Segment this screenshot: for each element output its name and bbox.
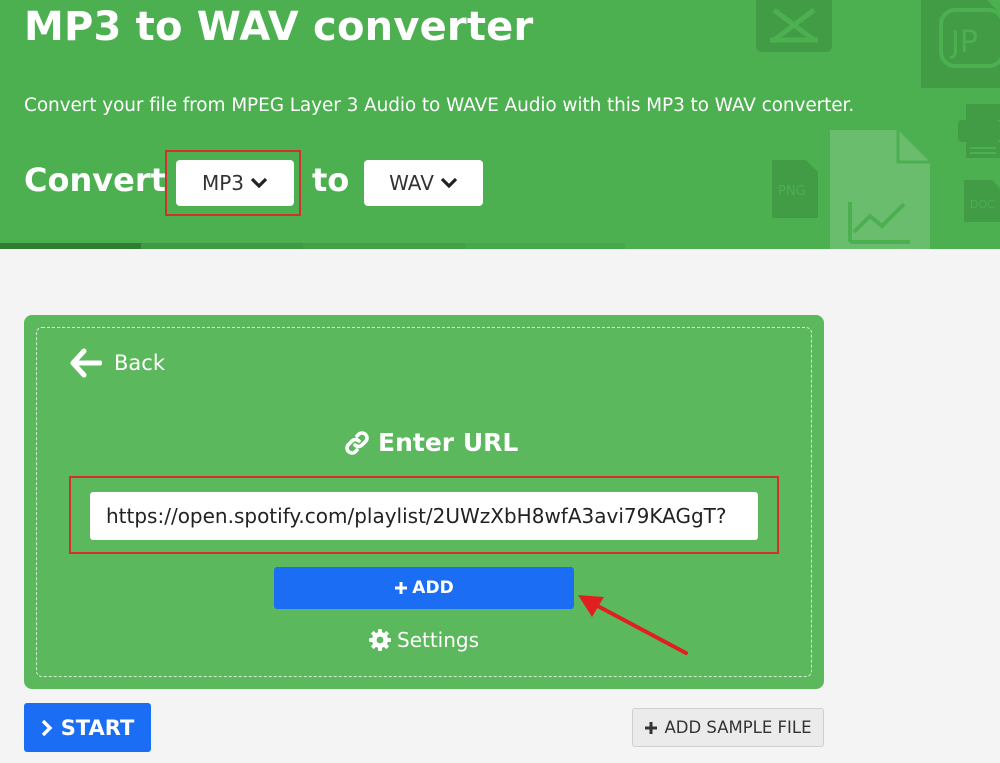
start-label: START xyxy=(60,715,135,740)
add-url-button[interactable]: ADD xyxy=(274,567,574,609)
to-label: to xyxy=(312,161,350,199)
file-jpg-bg-icon: JP xyxy=(921,0,1000,88)
step-progress-2 xyxy=(141,243,303,249)
back-button[interactable]: Back xyxy=(70,345,165,381)
chevron-right-icon xyxy=(41,719,53,736)
plus-icon xyxy=(645,721,658,734)
add-sample-file-button[interactable]: ADD SAMPLE FILE xyxy=(632,708,824,747)
add-sample-label: ADD SAMPLE FILE xyxy=(664,718,812,737)
file-png-bg-icon: PNG xyxy=(772,160,818,218)
annotation-arrow xyxy=(578,595,688,655)
step-progress-4 xyxy=(465,243,625,249)
link-icon xyxy=(345,430,369,455)
to-format-value: WAV xyxy=(389,171,434,195)
hero-header: JP PNG DOC MP3 to WAV converter Convert … xyxy=(0,0,1000,249)
convert-label: Convert xyxy=(24,161,166,199)
page-subtitle: Convert your file from MPEG Layer 3 Audi… xyxy=(24,95,855,116)
file-doc-bg-icon: DOC xyxy=(964,180,1000,222)
file-x-bg-icon xyxy=(756,0,832,52)
step-progress-3 xyxy=(303,243,465,249)
to-format-select[interactable]: WAV xyxy=(364,160,483,206)
svg-text:JP: JP xyxy=(949,25,978,60)
svg-text:DOC: DOC xyxy=(970,198,995,211)
printer-bg-icon xyxy=(958,104,1000,158)
chevron-down-icon xyxy=(250,177,268,189)
add-label: ADD xyxy=(412,578,454,598)
enter-url-label: Enter URL xyxy=(378,428,519,457)
step-progress-1 xyxy=(0,243,141,249)
plus-icon xyxy=(395,582,408,594)
svg-text:PNG: PNG xyxy=(778,184,806,199)
chevron-down-icon xyxy=(440,177,458,189)
start-button[interactable]: START xyxy=(24,703,151,752)
arrow-left-icon xyxy=(70,348,102,378)
settings-button[interactable]: Settings xyxy=(369,628,479,652)
settings-label: Settings xyxy=(397,628,480,652)
back-label: Back xyxy=(114,351,165,375)
chart-file-bg-icon xyxy=(830,130,930,249)
enter-url-heading: Enter URL xyxy=(344,428,518,457)
url-input[interactable] xyxy=(90,492,758,540)
from-format-value: MP3 xyxy=(201,171,245,195)
page-title: MP3 to WAV converter xyxy=(24,4,534,50)
from-format-select[interactable]: MP3 xyxy=(176,160,294,206)
gear-icon xyxy=(369,629,391,651)
